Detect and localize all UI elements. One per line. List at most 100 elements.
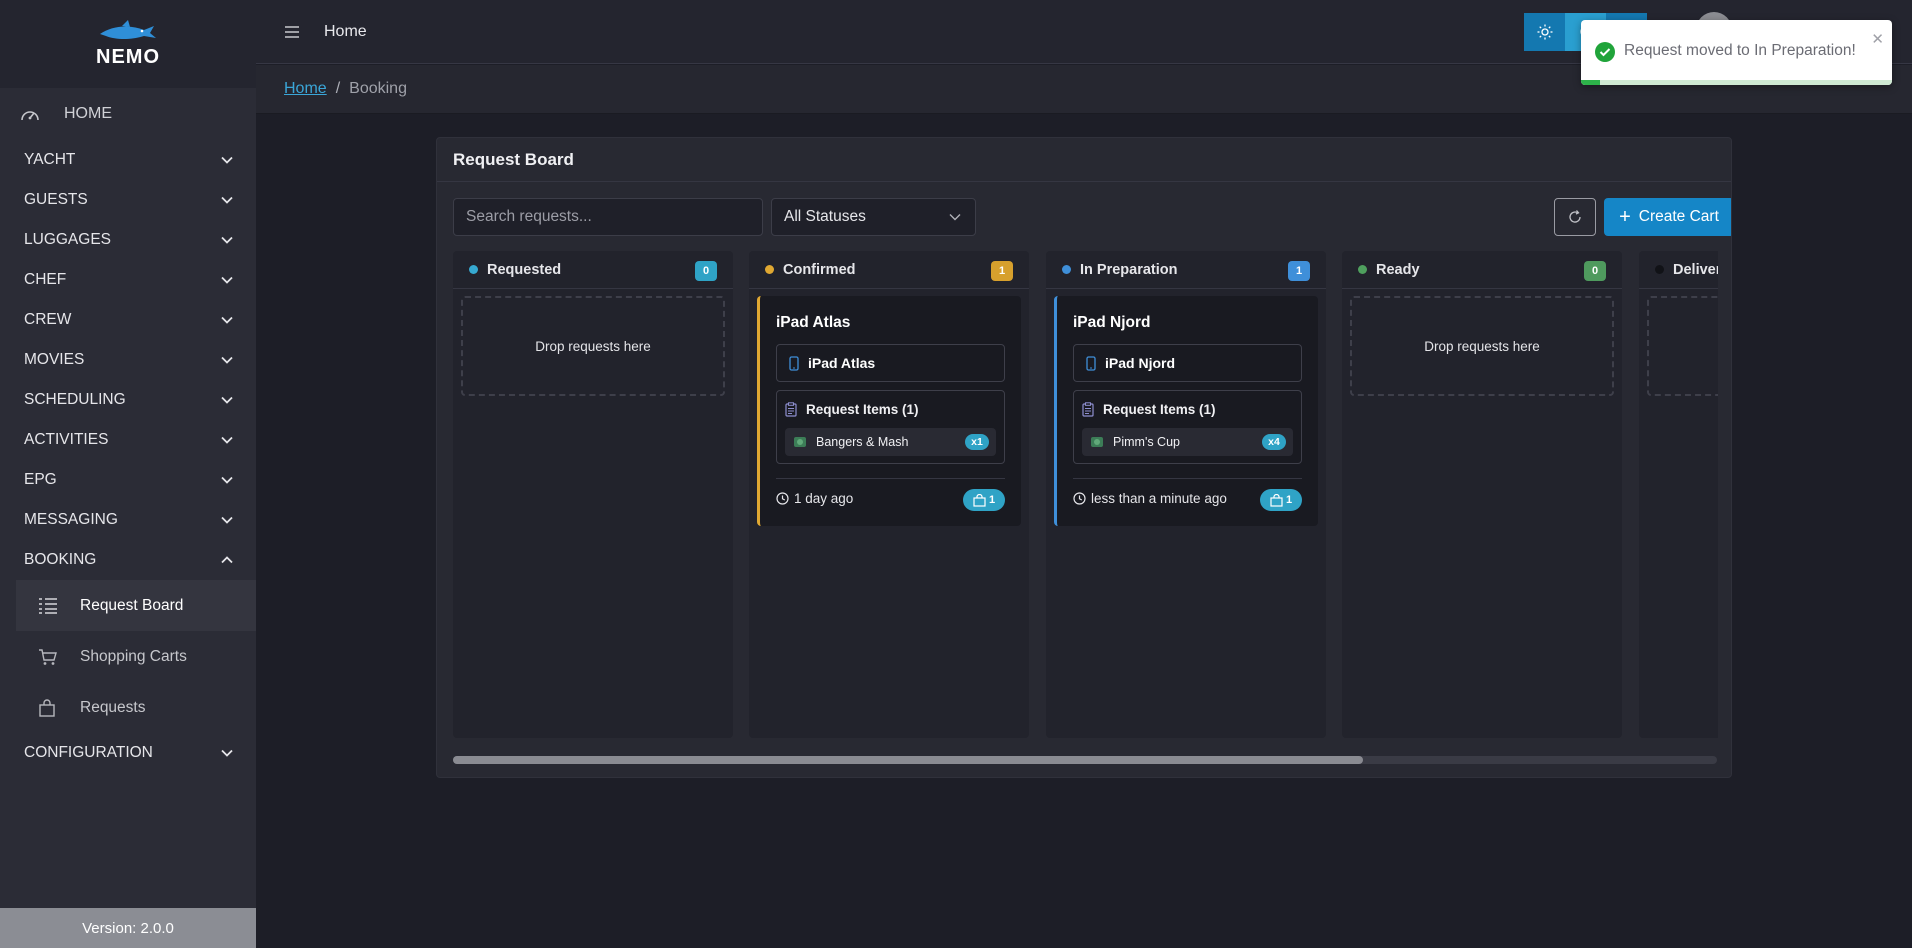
logo-text: NEMO (96, 45, 160, 68)
menu-icon[interactable] (282, 25, 302, 39)
item-name: Bangers & Mash (816, 435, 909, 449)
card-timestamp: less than a minute ago (1091, 491, 1227, 506)
sidebar-item-scheduling[interactable]: SCHEDULING (0, 380, 256, 420)
sidebar-nav: HOME YACHT GUESTS LUGGAGES CHEF CREW MOVIES SC… (0, 88, 256, 773)
chevron-down-icon (221, 276, 233, 284)
drop-zone[interactable]: Drop requests here (1350, 296, 1614, 396)
device-name: iPad Njord (1105, 355, 1176, 371)
tablet-icon (1086, 355, 1096, 371)
tablet-icon (789, 355, 799, 371)
sidebar-item-label: Request Board (80, 596, 184, 614)
sidebar-item-label: Requests (80, 698, 146, 716)
status-filter-value: All Statuses (784, 208, 866, 225)
card-timestamp: 1 day ago (794, 491, 854, 506)
request-items-header: Request Items (1) (1082, 399, 1293, 419)
board-columns: Requested 0 Drop requests here Confirmed… (453, 251, 1718, 738)
count-badge: 0 (1584, 261, 1606, 281)
chevron-down-icon (221, 316, 233, 324)
breadcrumb-separator: / (335, 80, 341, 97)
card-title: iPad Atlas (776, 314, 851, 331)
column-title: Ready (1376, 261, 1420, 278)
sidebar-item-yacht[interactable]: YACHT (0, 140, 256, 180)
sidebar-item-activities[interactable]: ACTIVITIES (0, 420, 256, 460)
search-input[interactable] (453, 198, 763, 236)
sidebar-item-label: HOME (64, 105, 112, 122)
chevron-down-icon (221, 356, 233, 364)
sidebar-item-messaging[interactable]: MESSAGING (0, 500, 256, 540)
request-card[interactable]: iPad Njord iPad Njord Request Items (1) … (1054, 296, 1318, 526)
sidebar-item-label: BOOKING (24, 551, 97, 568)
sidebar-item-movies[interactable]: MOVIES (0, 340, 256, 380)
sidebar-item-label: MOVIES (24, 351, 85, 368)
chevron-down-icon (949, 214, 961, 221)
scrollbar-thumb[interactable] (453, 756, 1364, 764)
close-icon[interactable]: ✕ (1871, 30, 1884, 48)
column-title: Requested (487, 261, 562, 278)
chevron-down-icon (221, 236, 233, 244)
sidebar-item-crew[interactable]: CREW (0, 300, 256, 340)
sidebar-item-configuration[interactable]: CONFIGURATION (0, 733, 256, 773)
sidebar-item-label: ACTIVITIES (24, 431, 109, 448)
check-icon (1595, 42, 1615, 62)
sidebar-item-shopping-carts[interactable]: Shopping Carts (16, 631, 256, 682)
board-toolbar: All Statuses + Create Cart (453, 198, 1731, 236)
drop-zone[interactable] (1647, 296, 1718, 396)
chevron-down-icon (221, 476, 233, 484)
status-dot (1358, 265, 1367, 274)
sidebar-item-chef[interactable]: CHEF (0, 260, 256, 300)
sidebar-item-request-board[interactable]: Request Board (16, 580, 256, 631)
sidebar-item-requests[interactable]: Requests (16, 682, 256, 733)
sidebar-item-luggages[interactable]: LUGGAGES (0, 220, 256, 260)
column-header: Delivere (1639, 251, 1718, 289)
toast-message: Request moved to In Preparation! (1624, 42, 1856, 59)
sidebar-item-epg[interactable]: EPG (0, 460, 256, 500)
sidebar-item-label: EPG (24, 471, 57, 488)
chevron-up-icon (221, 556, 233, 564)
drop-zone[interactable]: Drop requests here (461, 296, 725, 396)
item-count: 1 (1285, 494, 1293, 506)
sidebar-item-label: CREW (24, 311, 72, 328)
count-badge: 0 (695, 261, 717, 281)
list-icon (38, 595, 60, 617)
light-theme-button[interactable] (1524, 13, 1565, 51)
request-items-label: Request Items (1) (1103, 401, 1216, 417)
sidebar-item-home[interactable]: HOME (0, 88, 256, 140)
board-title: Request Board (437, 138, 1731, 182)
list-item: Pimm's Cup x4 (1082, 428, 1293, 456)
column-header: In Preparation 1 (1046, 251, 1326, 289)
breadcrumb-home-link[interactable]: Home (284, 80, 327, 98)
count-badge: 1 (991, 261, 1013, 281)
board-scrollbar[interactable] (453, 756, 1717, 764)
sidebar-item-label: GUESTS (24, 191, 88, 208)
card-title: iPad Njord (1073, 314, 1151, 331)
chevron-down-icon (221, 436, 233, 444)
food-icon (1090, 436, 1104, 448)
clock-icon (776, 492, 789, 505)
logo[interactable]: NEMO (0, 0, 256, 88)
column-in-preparation: In Preparation 1 iPad Njord iPad Njord R… (1046, 251, 1326, 738)
column-confirmed: Confirmed 1 iPad Atlas iPad Atlas Reques… (749, 251, 1029, 738)
column-requested: Requested 0 Drop requests here (453, 251, 733, 738)
card-footer: less than a minute ago 1 (1073, 478, 1302, 518)
status-filter-select[interactable]: All Statuses (771, 198, 976, 236)
shark-logo-icon (100, 19, 156, 39)
sidebar-item-booking[interactable]: BOOKING (0, 540, 256, 580)
sidebar: NEMO HOME YACHT GUESTS LUGGAGES CHEF CREW MOV… (0, 0, 256, 948)
refresh-button[interactable] (1554, 198, 1596, 236)
request-items-label: Request Items (1) (806, 401, 919, 417)
clock-icon (1073, 492, 1086, 505)
bag-icon (1270, 493, 1283, 507)
sidebar-item-guests[interactable]: GUESTS (0, 180, 256, 220)
sidebar-item-label: LUGGAGES (24, 231, 111, 248)
bag-icon (38, 697, 60, 719)
sun-icon (1537, 24, 1552, 40)
clipboard-icon (785, 401, 797, 417)
sidebar-item-label: CONFIGURATION (24, 744, 153, 761)
request-card[interactable]: iPad Atlas iPad Atlas Request Items (1) … (757, 296, 1021, 526)
chevron-down-icon (221, 396, 233, 404)
column-header: Requested 0 (453, 251, 733, 289)
create-cart-button[interactable]: + Create Cart (1604, 198, 1731, 236)
toast-progress-bar (1581, 80, 1892, 85)
item-name: Pimm's Cup (1113, 435, 1180, 449)
column-title: In Preparation (1080, 261, 1178, 278)
